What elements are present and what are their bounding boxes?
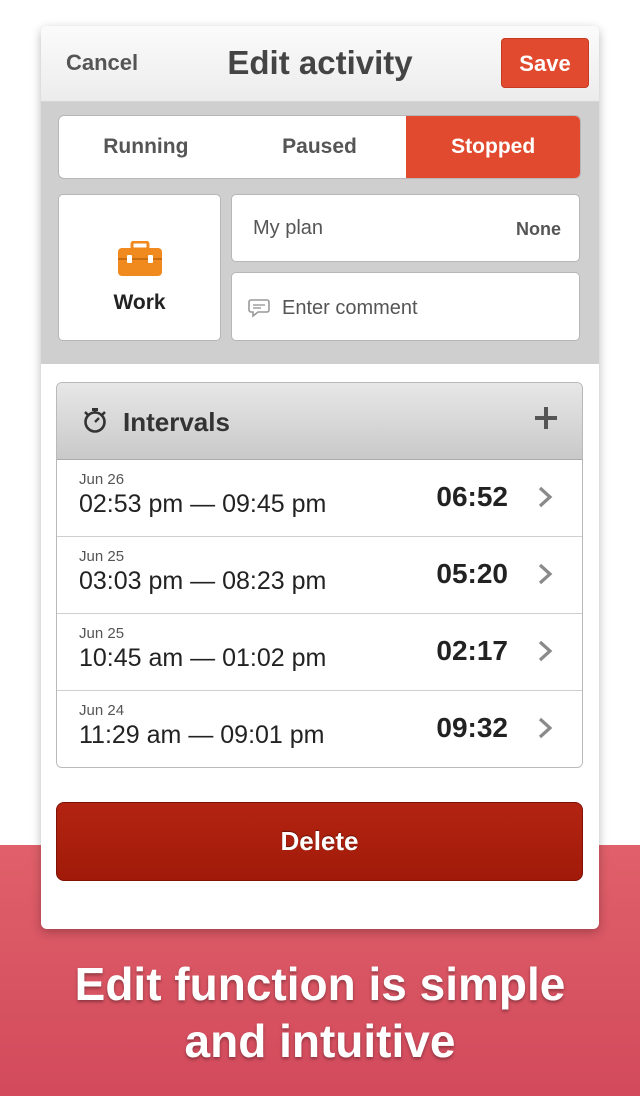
interval-duration: 09:32 (436, 712, 508, 743)
interval-duration: 05:20 (436, 558, 508, 589)
interval-row[interactable]: Jun 26 02:53 pm — 09:45 pm 06:52 (57, 460, 582, 537)
save-button[interactable]: Save (501, 38, 589, 88)
interval-date: Jun 25 (79, 625, 125, 642)
chevron-right-icon (538, 563, 553, 585)
interval-time-range: 03:03 pm — 08:23 pm (79, 567, 327, 595)
chevron-right-icon (538, 717, 553, 739)
category-selector[interactable]: Work (58, 194, 221, 341)
phone-screen: Cancel Edit activity Save Running Paused… (41, 26, 599, 929)
interval-duration: 02:17 (436, 635, 508, 666)
interval-date: Jun 24 (79, 702, 125, 719)
comment-input[interactable] (282, 295, 562, 321)
plan-label: My plan (253, 217, 324, 239)
speech-bubble-icon (248, 299, 270, 318)
chevron-right-icon (538, 486, 553, 508)
plus-icon[interactable] (531, 403, 561, 433)
interval-date: Jun 26 (79, 471, 125, 488)
interval-duration: 06:52 (436, 481, 508, 512)
promo-caption: Edit function is simple and intuitive (0, 956, 640, 1070)
interval-date: Jun 25 (79, 548, 125, 565)
state-segmented-control: Running Paused Stopped (58, 115, 581, 179)
segment-running[interactable]: Running (59, 116, 233, 178)
interval-time-range: 11:29 am — 09:01 pm (79, 721, 325, 749)
navigation-bar: Cancel Edit activity Save (41, 26, 599, 102)
briefcase-icon (118, 241, 162, 276)
activity-settings-panel: Running Paused Stopped Work My plan None (41, 102, 599, 364)
stopwatch-icon (84, 408, 106, 433)
interval-row[interactable]: Jun 25 10:45 am — 01:02 pm 02:17 (57, 614, 582, 691)
category-label: Work (113, 291, 166, 314)
chevron-right-icon (538, 640, 553, 662)
interval-row[interactable]: Jun 25 03:03 pm — 08:23 pm 05:20 (57, 537, 582, 614)
delete-button[interactable]: Delete (56, 802, 583, 881)
segment-stopped[interactable]: Stopped (406, 116, 580, 178)
interval-time-range: 02:53 pm — 09:45 pm (79, 490, 327, 518)
intervals-title: Intervals (123, 407, 230, 437)
plan-selector[interactable]: My plan None (231, 194, 580, 262)
cancel-button[interactable]: Cancel (66, 50, 138, 76)
intervals-card: Intervals Jun 26 02:53 pm — 09:45 pm 06:… (56, 382, 583, 768)
plan-value: None (516, 219, 561, 239)
interval-row[interactable]: Jun 24 11:29 am — 09:01 pm 09:32 (57, 691, 582, 767)
caption-line-1: Edit function is simple (74, 958, 566, 1010)
caption-line-2: and intuitive (184, 1015, 456, 1067)
intervals-header: Intervals (57, 383, 582, 460)
segment-paused[interactable]: Paused (233, 116, 407, 178)
interval-time-range: 10:45 am — 01:02 pm (79, 644, 327, 672)
comment-field[interactable] (231, 272, 580, 341)
